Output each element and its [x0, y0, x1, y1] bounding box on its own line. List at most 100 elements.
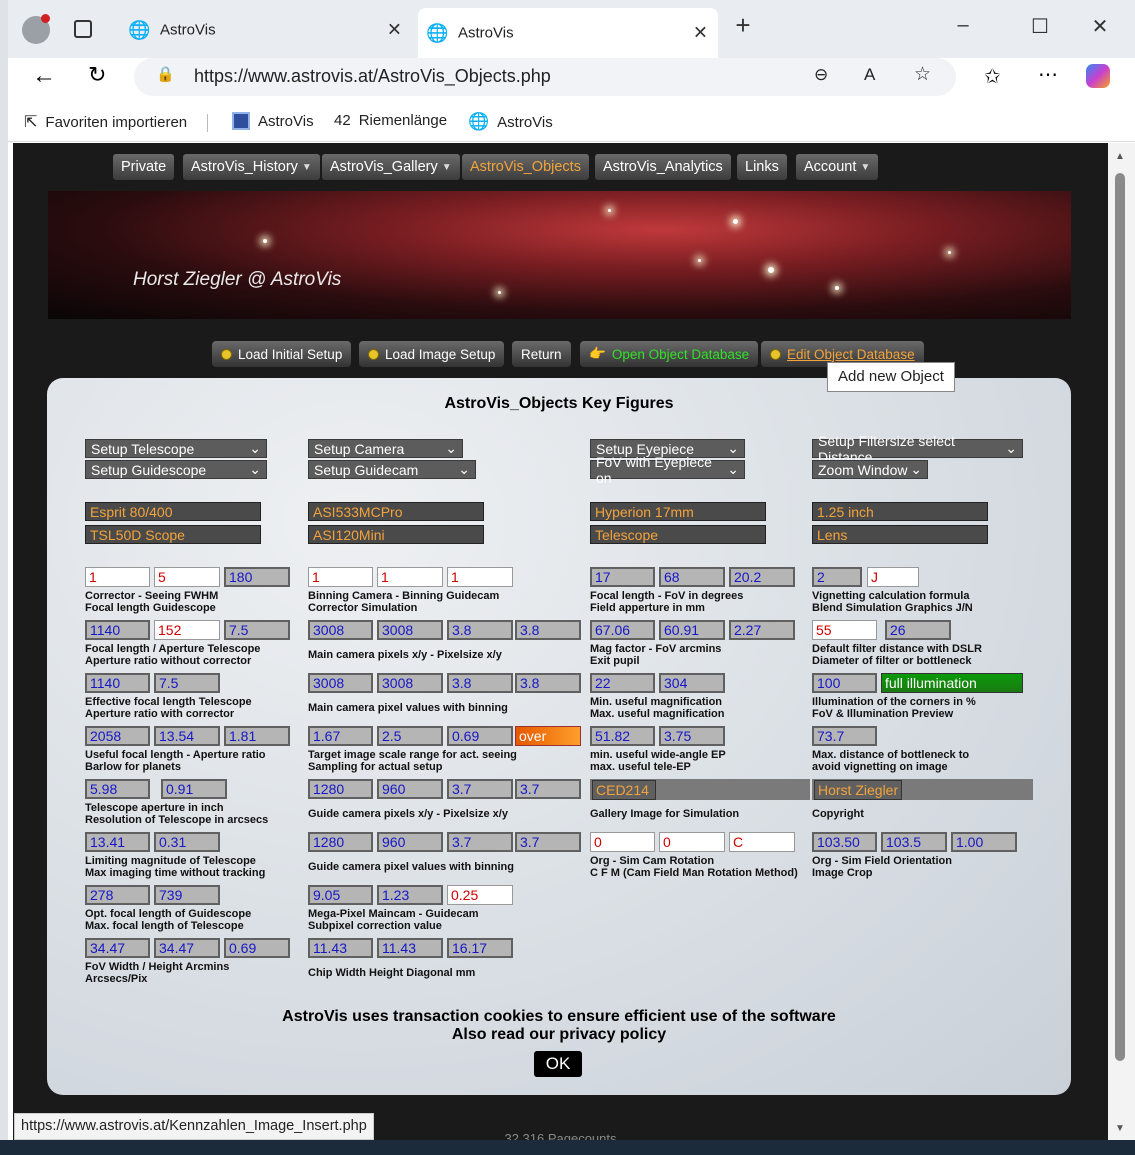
scroll-down-icon[interactable]: ▼: [1115, 1123, 1125, 1134]
blend-graphics-field[interactable]: J: [867, 567, 919, 587]
corrector-simulation-field[interactable]: 1: [447, 567, 513, 587]
label: Focal length Guidescope: [85, 602, 216, 614]
aperture-field[interactable]: 152: [154, 620, 220, 640]
label: Org - Sim Cam Rotation: [590, 855, 715, 867]
label: Diameter of filter or bottleneck: [812, 655, 972, 667]
setup-guidecam-select[interactable]: Setup Guidecam ⌄: [308, 460, 476, 479]
profile-avatar[interactable]: [22, 14, 50, 44]
new-tab-button[interactable]: +: [728, 10, 758, 41]
cookie-ok-button[interactable]: OK: [534, 1051, 582, 1077]
select-label: FoV with Eyepiece on: [596, 453, 712, 486]
nav-links[interactable]: Links: [737, 154, 787, 180]
favorite-star-icon[interactable]: ☆: [914, 63, 931, 86]
favorite-import[interactable]: ⇱ Favoriten importieren: [24, 112, 187, 132]
load-initial-setup-button[interactable]: Load Initial Setup: [212, 341, 352, 367]
ep-fov-field: 68: [659, 567, 725, 587]
nav-label: AstroVis_Objects: [470, 159, 581, 175]
favorites-icon[interactable]: ✩: [984, 64, 1001, 89]
org-orientation-field: 103.50: [812, 832, 877, 852]
fov-eyepiece-select[interactable]: FoV with Eyepiece on ⌄: [590, 454, 745, 486]
read-aloud-icon[interactable]: A: [864, 65, 875, 85]
org-rotation-field[interactable]: 0: [590, 832, 655, 852]
corrector-field[interactable]: 1: [85, 567, 150, 587]
scroll-up-icon[interactable]: ▲: [1115, 151, 1125, 162]
dropdown-arrow-icon: ▼: [441, 161, 452, 173]
setup-camera-select[interactable]: Setup Camera ⌄: [308, 439, 463, 458]
maximize-button[interactable]: ☐: [1025, 14, 1055, 39]
refresh-icon[interactable]: ↻: [88, 62, 106, 88]
wide-angle-ep-field: 51.82: [590, 726, 655, 746]
more-icon[interactable]: ⋯: [1038, 62, 1058, 87]
privacy-policy-link[interactable]: Also read our privacy policy: [47, 1026, 1071, 1044]
scroll-thumb[interactable]: [1115, 173, 1125, 1061]
megapixel-main-field: 9.05: [308, 885, 373, 905]
binned-pixelsize-x-field: 3.8: [447, 673, 513, 693]
nav-objects[interactable]: AstroVis_Objects: [462, 154, 589, 180]
lock-icon: 🔒: [156, 66, 175, 83]
setup-guidescope-select[interactable]: Setup Guidescope ⌄: [85, 460, 267, 479]
favorite-label: Riemenlänge: [358, 112, 448, 129]
return-button[interactable]: Return: [512, 341, 571, 367]
tab-actions-icon[interactable]: [74, 20, 92, 38]
nav-private[interactable]: Private: [113, 154, 175, 180]
subpixel-correction-field[interactable]: 0.25: [447, 885, 513, 905]
close-icon[interactable]: ✕: [387, 20, 402, 41]
main-pixelsize-x-field: 3.8: [447, 620, 513, 640]
address-bar[interactable]: 🔒 https://www.astrovis.at/AstroVis_Objec…: [134, 58, 956, 96]
sampling-status-field: over: [515, 726, 581, 746]
label: Org - Sim Field Orientation: [812, 855, 952, 867]
label: Copyright: [812, 808, 864, 820]
seeing-fwhm-field[interactable]: 5: [154, 567, 220, 587]
main-pixelsize-y-field: 3.8: [515, 620, 581, 640]
header-banner: Horst Ziegler @ AstroVis: [48, 191, 1071, 319]
nav-account[interactable]: Account ▼: [796, 154, 879, 180]
sim-rotation-field[interactable]: 0: [659, 832, 725, 852]
favorite-astrovis-2[interactable]: 🌐 AstroVis: [468, 112, 553, 132]
label: Image Crop: [812, 867, 873, 879]
tab-astrovis-1[interactable]: 🌐 AstroVis ✕: [120, 12, 412, 48]
gallery-image-field[interactable]: CED214: [592, 780, 656, 800]
nav-analytics[interactable]: AstroVis_Analytics: [595, 154, 731, 180]
favorite-astrovis[interactable]: AstroVis: [232, 112, 314, 130]
browser-window: 🌐 AstroVis ✕ 🌐 AstroVis ✕ + – ☐ ✕ ← ↻ 🔒 …: [8, 0, 1135, 1140]
favorite-riemenlaenge[interactable]: 42 Riemenlänge: [334, 112, 447, 129]
window-close-button[interactable]: ✕: [1085, 14, 1115, 39]
cookie-notice: AstroVis uses transaction cookies to ens…: [47, 1008, 1071, 1044]
setup-telescope-select[interactable]: Setup Telescope ⌄: [85, 439, 267, 458]
address-row: ← ↻ 🔒 https://www.astrovis.at/AstroVis_O…: [8, 58, 1135, 104]
close-icon[interactable]: ✕: [693, 23, 708, 44]
guide-pixels-x-field: 1280: [308, 779, 373, 799]
minimize-button[interactable]: –: [948, 14, 978, 37]
nav-history[interactable]: AstroVis_History ▼: [183, 154, 320, 180]
favorites-bar: ⇱ Favoriten importieren AstroVis 42 Riem…: [8, 104, 1135, 142]
open-object-database-button[interactable]: 👉 Open Object Database: [580, 341, 759, 367]
nav-gallery[interactable]: AstroVis_Gallery ▼: [322, 154, 460, 180]
zoom-icon[interactable]: ⊖: [814, 65, 828, 85]
zoom-window-select[interactable]: Zoom Window ⌄: [812, 460, 928, 479]
label: Blend Simulation Graphics J/N: [812, 602, 973, 614]
tab-astrovis-2[interactable]: 🌐 AstroVis ✕: [418, 8, 718, 58]
button-label: Load Image Setup: [385, 346, 496, 362]
label: Corrector Simulation: [308, 602, 418, 614]
import-icon: ⇱: [24, 114, 38, 131]
image-crop-field: 1.00: [951, 832, 1017, 852]
rotation-method-field[interactable]: C: [729, 832, 795, 852]
filter-distance-field[interactable]: 55: [812, 620, 877, 640]
copilot-icon[interactable]: [1086, 64, 1110, 88]
label: Max. useful magnification: [590, 708, 725, 720]
load-image-setup-button[interactable]: Load Image Setup: [359, 341, 505, 367]
back-arrow-icon[interactable]: ←: [32, 62, 56, 90]
label: Min. useful magnification: [590, 696, 723, 708]
guide-pixels-y-field: 960: [377, 779, 443, 799]
button-label: Load Initial Setup: [238, 346, 343, 362]
binning-guidecam-field[interactable]: 1: [377, 567, 443, 587]
illumination-preview-field[interactable]: full illumination: [881, 673, 1023, 693]
fov-arcmins-field: 60.91: [659, 620, 725, 640]
nav-label: AstroVis_History: [191, 159, 298, 175]
setup-filtersize-select[interactable]: Setup Filtersize select Distance ⌄: [812, 433, 1023, 465]
fov-height-field: 34.47: [154, 938, 220, 958]
chevron-down-icon: ⌄: [249, 461, 261, 477]
label: Main camera pixel values with binning: [308, 702, 508, 714]
binning-camera-field[interactable]: 1: [308, 567, 373, 587]
page-scrollbar[interactable]: ▲ ▼: [1108, 143, 1135, 1140]
